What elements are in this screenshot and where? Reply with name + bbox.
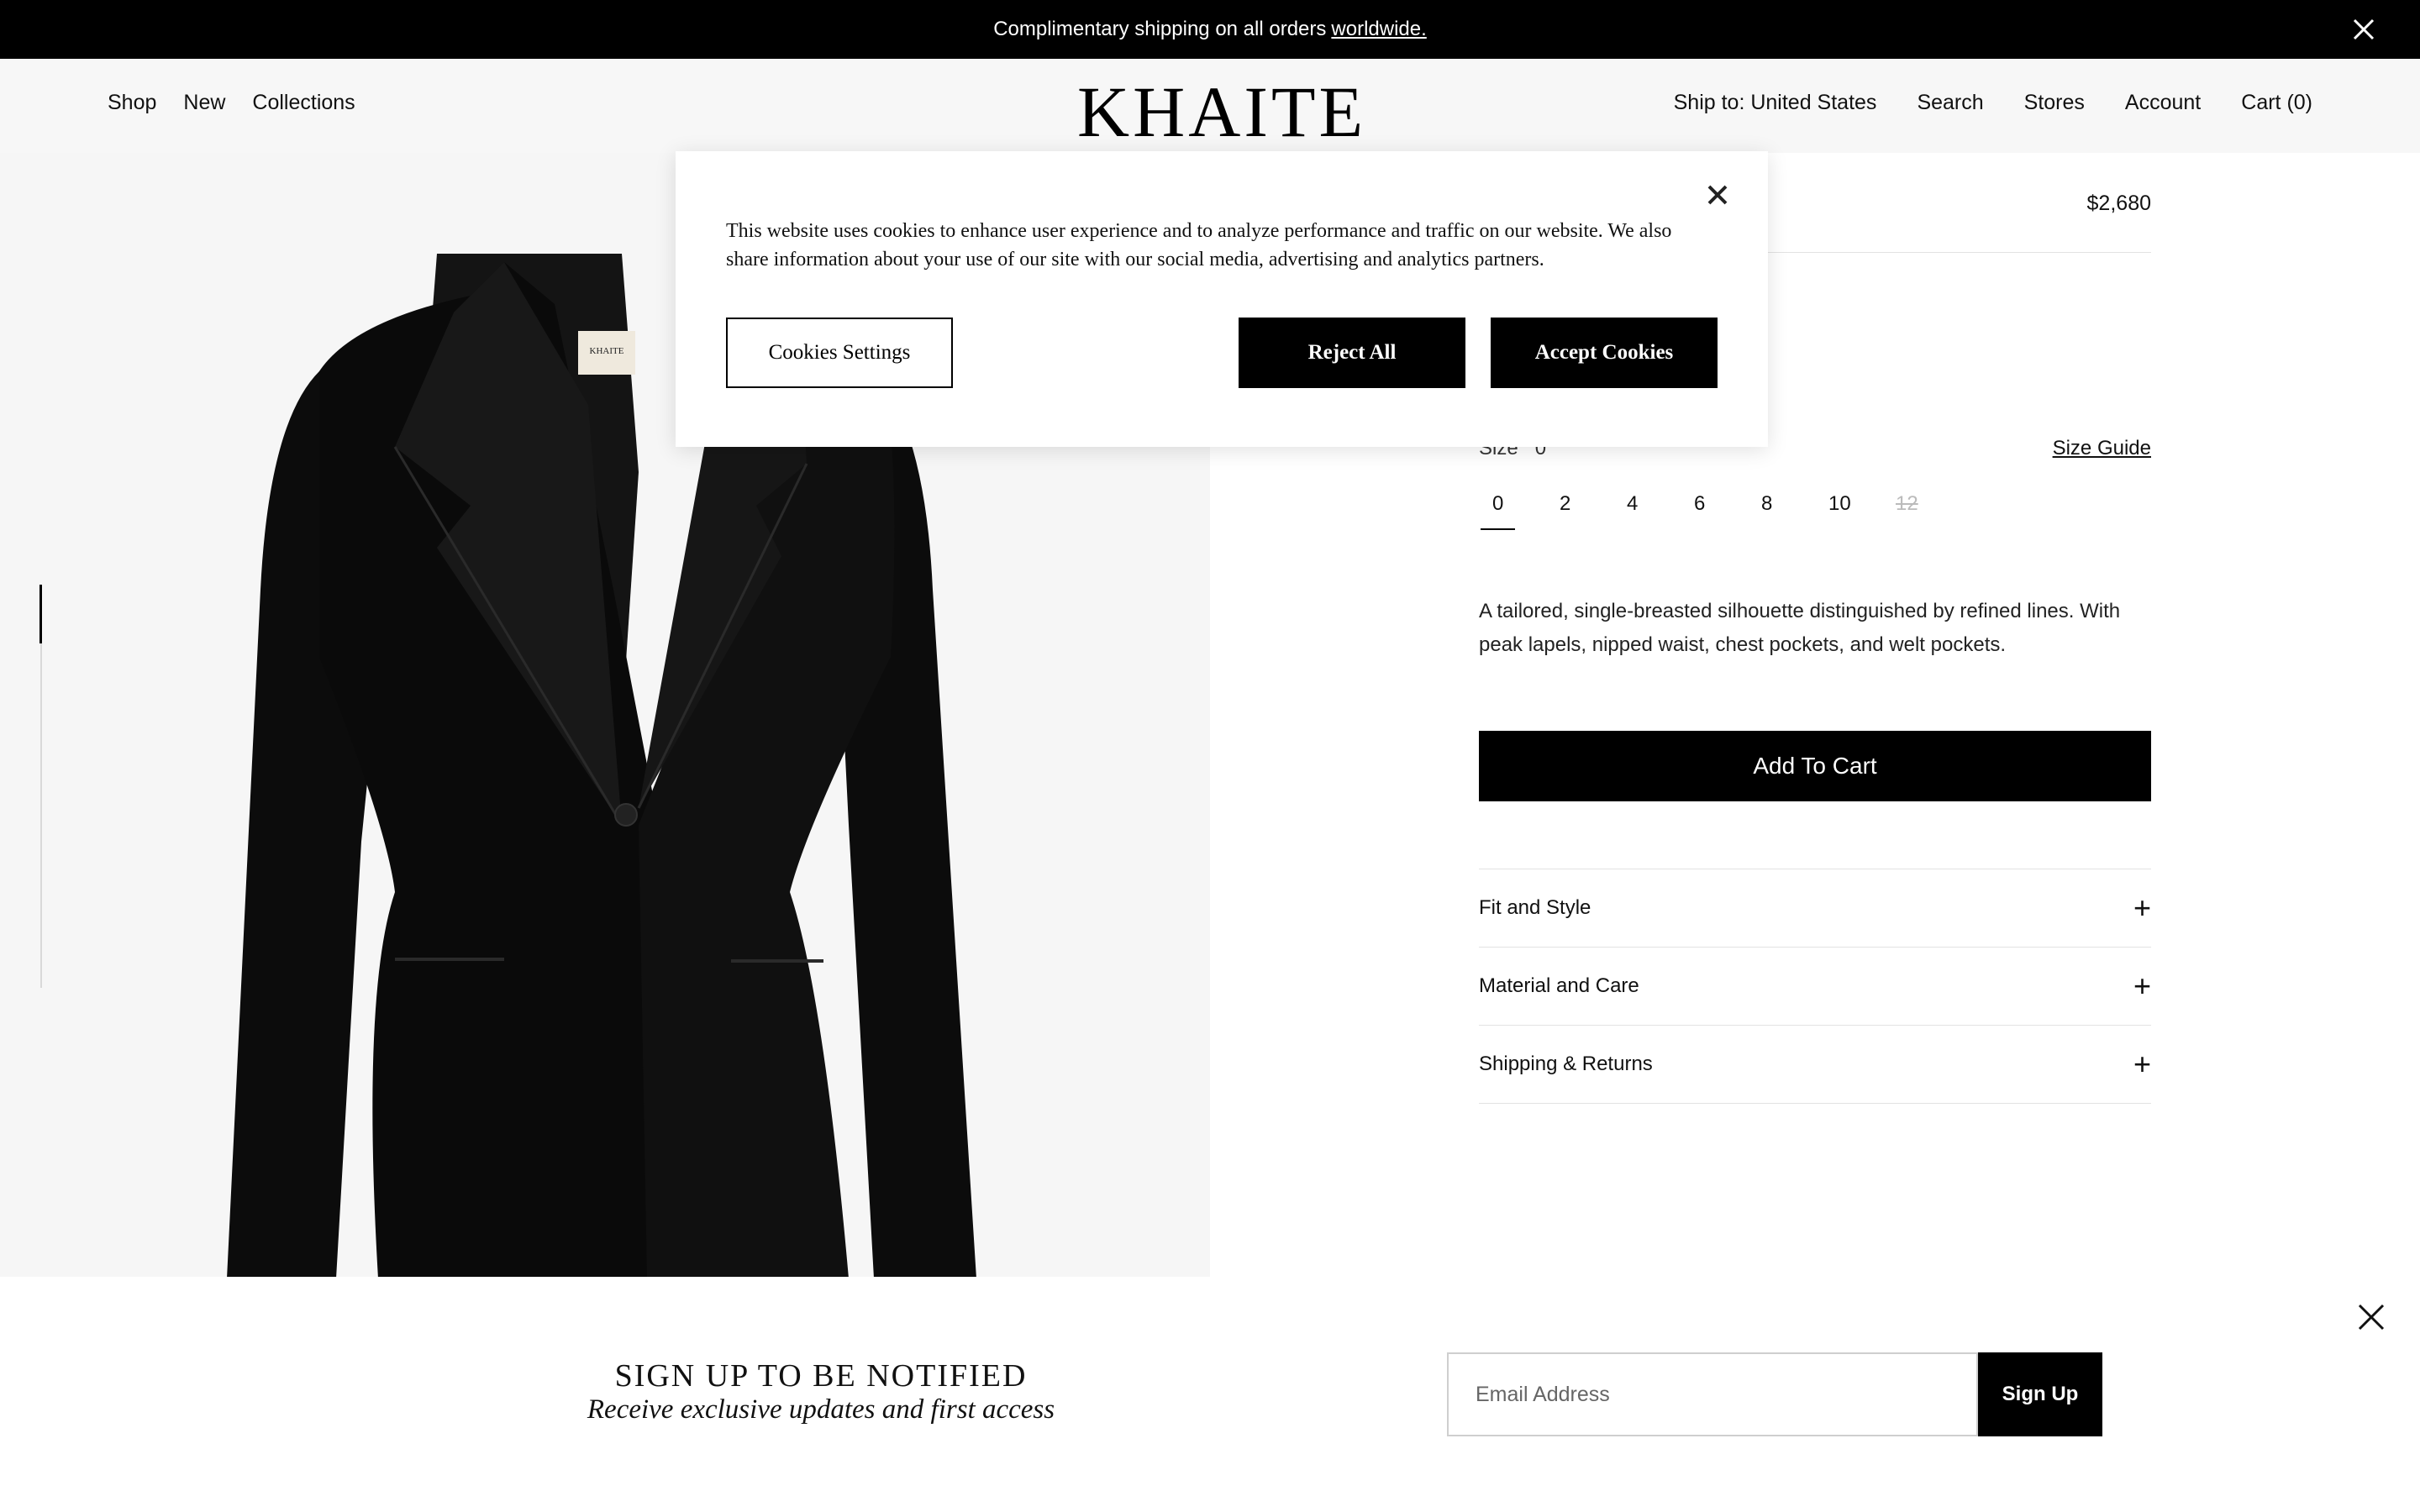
newsletter-signup: SIGN UP TO BE NOTIFIED Receive exclusive…	[0, 1277, 2420, 1512]
utility-nav: Ship to: United States Search Stores Acc…	[1674, 91, 2312, 115]
email-field[interactable]	[1447, 1352, 1978, 1436]
brand-logo[interactable]: KHAITE	[1077, 76, 1366, 148]
announcement-bar: Complimentary shipping on all orders wor…	[0, 0, 2420, 59]
nav-new[interactable]: New	[183, 91, 225, 115]
site-header: Shop New Collections KHAITE Ship to: Uni…	[0, 59, 2420, 153]
nav-stores[interactable]: Stores	[2024, 91, 2085, 115]
ship-to-selector[interactable]: Ship to: United States	[1674, 91, 1877, 115]
close-icon[interactable]	[2349, 15, 2378, 44]
nav-cart[interactable]: Cart (0)	[2241, 91, 2312, 115]
plus-icon: +	[2133, 969, 2151, 1003]
plus-icon: +	[2133, 1047, 2151, 1081]
accept-cookies-button[interactable]: Accept Cookies	[1491, 318, 1718, 388]
product-description: A tailored, single-breasted silhouette d…	[1479, 600, 2121, 656]
size-option[interactable]: 4	[1613, 492, 1681, 533]
garment-label-text: KHAITE	[589, 346, 624, 356]
accordion-shipping-returns[interactable]: Shipping & Returns +	[1479, 1025, 2151, 1104]
accordion-label: Fit and Style	[1479, 896, 1591, 919]
accordion-fit-and-style[interactable]: Fit and Style +	[1479, 869, 2151, 947]
size-selector: 0 2 4 6 8 10 12	[1479, 492, 1949, 533]
size-option[interactable]: 6	[1681, 492, 1748, 533]
cookie-message: This website uses cookies to enhance use…	[726, 220, 1672, 270]
nav-shop[interactable]: Shop	[108, 91, 156, 115]
size-option[interactable]: 8	[1748, 492, 1815, 533]
announcement-text: Complimentary shipping on all orders	[993, 18, 1327, 40]
product-details-accordion: Fit and Style + Material and Care + Ship…	[1479, 869, 2151, 1104]
product-price: $2,680	[2086, 192, 2151, 215]
add-to-cart-button[interactable]: Add To Cart	[1479, 731, 2151, 801]
size-option-unavailable: 12	[1896, 492, 1918, 515]
close-icon[interactable]	[2356, 1302, 2386, 1332]
size-guide-link[interactable]: Size Guide	[2053, 437, 2151, 460]
plus-icon: +	[2133, 890, 2151, 925]
primary-nav: Shop New Collections	[108, 91, 355, 115]
cookie-consent-banner: This website uses cookies to enhance use…	[676, 151, 1768, 447]
gallery-scroll-track[interactable]	[40, 585, 42, 988]
nav-collections[interactable]: Collections	[252, 91, 355, 115]
signup-subtitle: Receive exclusive updates and first acce…	[587, 1394, 1055, 1425]
gallery-scroll-thumb[interactable]	[39, 585, 42, 643]
sign-up-button[interactable]: Sign Up	[1978, 1352, 2102, 1436]
accordion-label: Material and Care	[1479, 974, 1639, 997]
size-option[interactable]: 0	[1479, 492, 1546, 533]
announcement-link[interactable]: worldwide.	[1331, 18, 1426, 41]
size-option[interactable]: 2	[1546, 492, 1613, 533]
accordion-material-and-care[interactable]: Material and Care +	[1479, 947, 2151, 1025]
cookies-settings-button[interactable]: Cookies Settings	[726, 318, 953, 388]
close-icon[interactable]	[1702, 180, 1733, 210]
nav-account[interactable]: Account	[2125, 91, 2201, 115]
accordion-label: Shipping & Returns	[1479, 1053, 1653, 1075]
nav-search[interactable]: Search	[1917, 91, 1983, 115]
reject-all-button[interactable]: Reject All	[1239, 318, 1465, 388]
signup-title: SIGN UP TO BE NOTIFIED	[614, 1358, 1028, 1394]
size-option[interactable]: 10	[1815, 492, 1882, 533]
